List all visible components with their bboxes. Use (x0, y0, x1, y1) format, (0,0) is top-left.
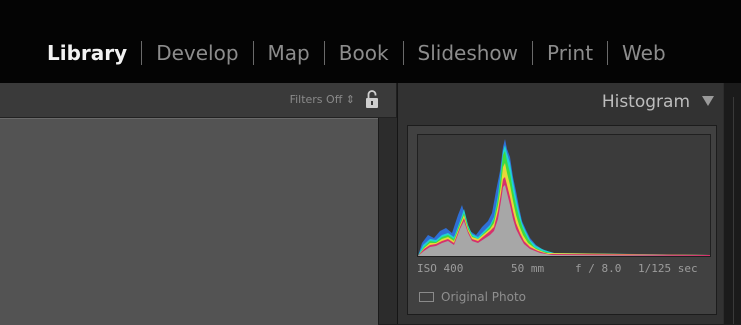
module-develop[interactable]: Develop (156, 41, 238, 65)
right-panel: Histogram ISO 400 50 mm f / 8.0 1/125 se… (397, 83, 723, 324)
iso-value: ISO 400 (417, 262, 464, 275)
module-picker-bar: Library Develop Map Book Slideshow Print… (0, 0, 741, 83)
grid-view[interactable] (0, 118, 378, 325)
library-filter-bar: Filters Off ⇕ (0, 83, 396, 118)
module-web[interactable]: Web (622, 41, 666, 65)
histogram-frame: ISO 400 50 mm f / 8.0 1/125 sec Original… (407, 125, 717, 315)
original-photo-toggle[interactable]: Original Photo (419, 289, 526, 305)
aperture-value: f / 8.0 (575, 262, 622, 275)
module-separator (402, 41, 404, 65)
original-photo-checkbox[interactable] (419, 292, 434, 302)
lock-open-icon[interactable] (365, 89, 379, 109)
grid-scrollbar[interactable] (378, 118, 397, 324)
shutter-speed-value: 1/125 sec (638, 262, 698, 275)
filters-dropdown[interactable]: Filters Off ⇕ (290, 93, 355, 106)
module-separator (607, 41, 609, 65)
module-list: Library Develop Map Book Slideshow Print… (47, 38, 666, 68)
original-photo-label: Original Photo (441, 290, 527, 304)
histogram-panel-header[interactable]: Histogram (398, 83, 723, 121)
filters-caret-icon: ⇕ (345, 93, 355, 106)
triangle-down-icon[interactable] (702, 96, 714, 106)
module-separator (323, 41, 325, 65)
histogram-graph[interactable] (417, 134, 711, 257)
panel-divider (733, 97, 734, 324)
right-edge-strip (723, 83, 741, 324)
filters-label: Filters Off (289, 93, 343, 106)
module-separator (141, 41, 143, 65)
focal-length-value: 50 mm (511, 262, 545, 275)
module-separator (532, 41, 534, 65)
module-book[interactable]: Book (339, 41, 389, 65)
module-print[interactable]: Print (547, 41, 593, 65)
histogram-exif-info: ISO 400 50 mm f / 8.0 1/125 sec (408, 262, 716, 278)
module-library[interactable]: Library (47, 41, 127, 65)
module-separator (252, 41, 254, 65)
module-slideshow[interactable]: Slideshow (418, 41, 519, 65)
panel-title: Histogram (601, 92, 690, 112)
module-map[interactable]: Map (268, 41, 310, 65)
